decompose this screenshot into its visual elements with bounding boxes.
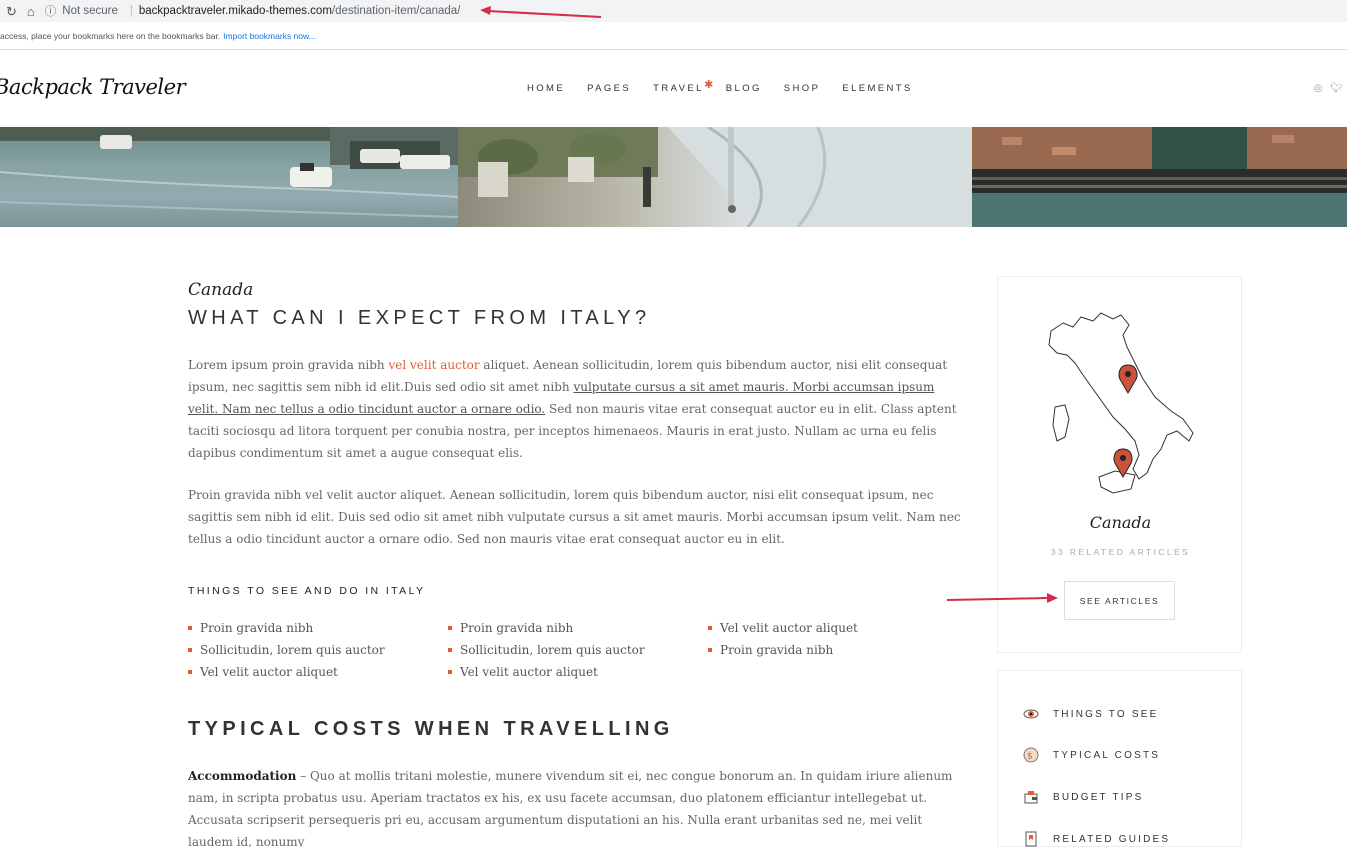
para1-accent-link[interactable]: vel velit auctor	[388, 358, 479, 372]
map-pin-icon	[1118, 364, 1138, 394]
site-logo[interactable]: Backpack Traveler	[0, 75, 186, 99]
annotation-arrow-url	[480, 6, 602, 18]
instagram-icon[interactable]: ◎	[1314, 83, 1323, 94]
costs-paragraph: Accommodation – Quo at mollis tritani mo…	[188, 765, 966, 847]
costs-section-title: TYPICAL COSTS WHEN TRAVELLING	[188, 718, 674, 740]
nav-pages[interactable]: PAGES	[587, 83, 631, 94]
hero-image-canal-steps	[972, 127, 1347, 227]
list-item: Sollicitudin, lorem quis auctor	[448, 639, 708, 661]
menu-item-label: THINGS TO SEE	[1053, 708, 1159, 720]
menu-item-label: BUDGET TIPS	[1053, 791, 1144, 803]
costs-text: – Quo at mollis tritani molestie, munere…	[188, 769, 953, 847]
social-links: ◎ 🐦︎	[1314, 83, 1343, 94]
menu-item-label: RELATED GUIDES	[1053, 833, 1171, 845]
things-list-col2: Proin gravida nibh Sollicitudin, lorem q…	[448, 617, 708, 683]
things-section-title: THINGS TO SEE AND DO IN ITALY	[188, 585, 426, 597]
menu-item-label: TYPICAL COSTS	[1053, 749, 1161, 761]
nav-home[interactable]: HOME	[527, 83, 565, 94]
url-separator: |	[129, 5, 133, 17]
nav-shop[interactable]: SHOP	[784, 83, 821, 94]
things-list-col3: Vel velit auctor aliquet Proin gravida n…	[708, 617, 968, 683]
list-item: Sollicitudin, lorem quis auctor	[188, 639, 448, 661]
coin-icon: $	[1023, 747, 1039, 763]
list-item: Proin gravida nibh	[188, 617, 448, 639]
page-title: WHAT CAN I EXPECT FROM ITALY?	[188, 307, 651, 329]
eye-icon	[1023, 706, 1039, 722]
menu-item-things-to-see[interactable]: THINGS TO SEE	[1023, 706, 1158, 722]
map-script-label: Canada	[1089, 513, 1152, 532]
hero-image-strip	[0, 127, 1347, 227]
star-icon: ✱	[704, 79, 716, 91]
main-navigation: HOME PAGES TRAVEL ✱ BLOG SHOP ELEMENTS	[527, 79, 935, 94]
map-pin-icon	[1113, 448, 1133, 478]
nav-blog[interactable]: BLOG	[726, 83, 762, 94]
browser-address-bar: ↻ ⌂ ⓘ Not secure | backpacktraveler.mika…	[0, 0, 1347, 22]
info-icon[interactable]: ⓘ	[45, 3, 57, 19]
accommodation-label: Accommodation	[188, 769, 297, 783]
reload-icon[interactable]: ↻	[6, 5, 17, 18]
destination-script-label: Canada	[188, 280, 254, 300]
list-item: Vel velit auctor aliquet	[448, 661, 708, 683]
import-bookmarks-link[interactable]: Import bookmarks now...	[223, 31, 316, 41]
list-item: Proin gravida nibh	[708, 639, 968, 661]
annotation-arrow-button	[946, 593, 1058, 603]
twitter-icon[interactable]: 🐦︎	[1330, 83, 1343, 94]
nav-elements[interactable]: ELEMENTS	[842, 83, 912, 94]
see-articles-button[interactable]: SEE ARTICLES	[1064, 581, 1175, 620]
list-item: Vel velit auctor aliquet	[188, 661, 448, 683]
nav-travel-label: TRAVEL	[653, 83, 704, 94]
menu-item-typical-costs[interactable]: $ TYPICAL COSTS	[1023, 747, 1160, 763]
menu-item-budget-tips[interactable]: BUDGET TIPS	[1023, 789, 1144, 805]
url-field[interactable]: backpacktraveler.mikado-themes.com/desti…	[139, 5, 461, 17]
security-label[interactable]: Not secure	[62, 5, 118, 17]
bookmarks-bar: access, place your bookmarks here on the…	[0, 22, 1347, 50]
things-lists: Proin gravida nibh Sollicitudin, lorem q…	[188, 617, 968, 683]
intro-paragraph: Lorem ipsum proin gravida nibh vel velit…	[188, 354, 966, 464]
second-paragraph: Proin gravida nibh vel velit auctor aliq…	[188, 488, 961, 546]
site-header: Backpack Traveler HOME PAGES TRAVEL ✱ BLO…	[0, 51, 1347, 127]
list-item: Vel velit auctor aliquet	[708, 617, 968, 639]
italy-map	[1048, 312, 1194, 494]
related-articles-count: 33 RELATED ARTICLES	[1050, 547, 1191, 557]
hero-image-traveler-jacket	[458, 127, 972, 227]
hero-image-venice-boats	[0, 127, 458, 227]
para1-text-a: Lorem ipsum proin gravida nibh	[188, 358, 389, 372]
nav-travel[interactable]: TRAVEL ✱	[653, 79, 713, 94]
destination-content: Canada WHAT CAN I EXPECT FROM ITALY? Lor…	[188, 280, 968, 847]
menu-item-related-guides[interactable]: RELATED GUIDES	[1023, 831, 1170, 847]
svg-text:$: $	[1027, 752, 1035, 762]
wallet-icon	[1023, 789, 1039, 805]
guide-icon	[1023, 831, 1039, 847]
list-item: Proin gravida nibh	[448, 617, 708, 639]
things-list-col1: Proin gravida nibh Sollicitudin, lorem q…	[188, 617, 448, 683]
bookmarks-text: access, place your bookmarks here on the…	[0, 30, 221, 41]
destination-sidebar-menu: THINGS TO SEE $ TYPICAL COSTS BUDGET TIP…	[997, 670, 1242, 847]
home-icon[interactable]: ⌂	[27, 5, 35, 18]
